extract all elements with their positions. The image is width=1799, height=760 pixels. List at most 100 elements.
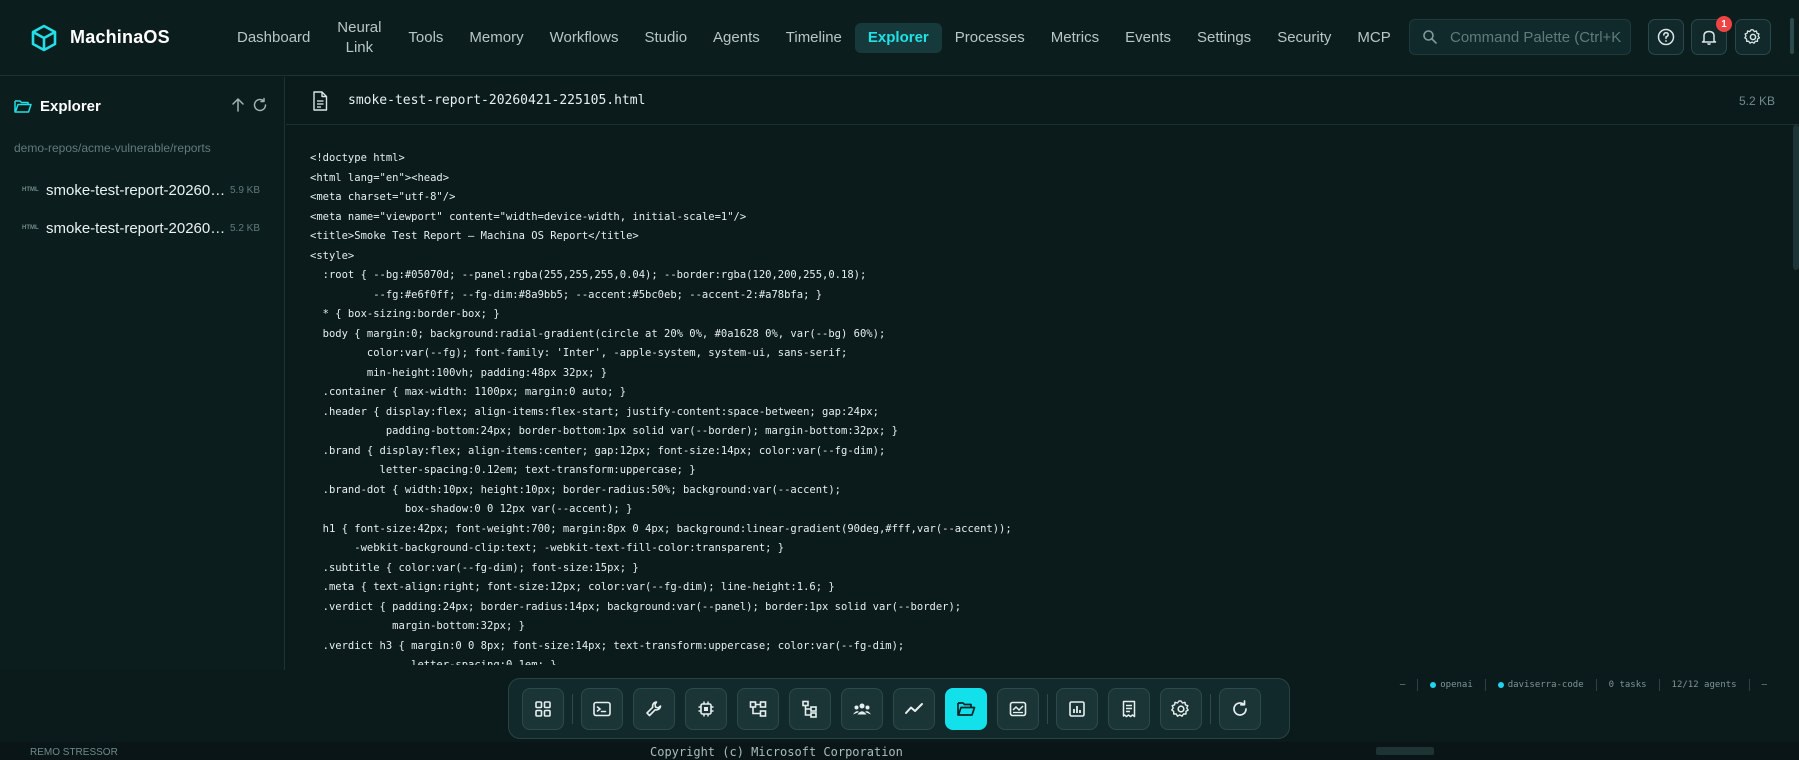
nav-security[interactable]: Security — [1264, 23, 1344, 53]
nav-timeline[interactable]: Timeline — [773, 23, 855, 53]
wrench-icon — [646, 700, 662, 716]
nav-processes[interactable]: Processes — [942, 23, 1038, 53]
refresh-icon[interactable] — [252, 97, 268, 113]
nav-settings[interactable]: Settings — [1184, 23, 1264, 53]
status-tasks: 0 tasks — [1608, 680, 1647, 690]
open-file-name: smoke-test-report-20260421-225105.html — [348, 93, 646, 108]
code-line: .subtitle { color:var(--fg-dim); font-si… — [310, 561, 639, 574]
dock-reports-button[interactable] — [1056, 687, 1098, 730]
html-file-icon: HTML — [22, 225, 39, 231]
code-line: --fg:#e6f0ff; --fg-dim:#8a9bb5; --accent… — [310, 288, 823, 301]
brand[interactable]: MachinaOS — [30, 24, 200, 52]
dock-agents-button[interactable] — [841, 687, 883, 730]
code-content[interactable]: <!doctype html> <html lang="en"><head> <me… — [286, 125, 1799, 665]
file-viewer: smoke-test-report-20260421-225105.html 5… — [286, 77, 1799, 670]
dock-refresh-button[interactable] — [1219, 687, 1261, 730]
notifications-button[interactable]: 1 — [1691, 16, 1732, 55]
code-line: .verdict h3 { margin:0 0 8px; font-size:… — [310, 639, 905, 652]
dock-metrics-button[interactable] — [893, 687, 935, 730]
process-icon — [1009, 701, 1027, 716]
chip-icon — [698, 701, 714, 716]
gear-icon — [1171, 699, 1189, 717]
code-line: h1 { font-size:42px; font-weight:700; ma… — [310, 522, 1012, 535]
help-icon — [1657, 28, 1675, 46]
code-line: <style> — [310, 249, 355, 262]
command-palette-placeholder: Command Palette (Ctrl+K — [1450, 28, 1622, 46]
brand-name: MachinaOS — [70, 27, 170, 47]
code-line: <meta charset="utf-8"/> — [310, 191, 456, 203]
dock-dashboard-button[interactable] — [522, 687, 564, 730]
nav-agents[interactable]: Agents — [700, 23, 773, 53]
workflow-icon — [749, 700, 767, 717]
user-status-dot — [1497, 682, 1504, 688]
file-item[interactable]: HTML smoke-test-report-20260421-225105.h… — [0, 171, 284, 209]
status-agents: 12/12 agents — [1671, 680, 1737, 690]
file-name: smoke-test-report-20260421-225105.html — [46, 181, 226, 199]
top-navbar: MachinaOS Dashboard Neural Link Tools Me… — [0, 0, 1799, 76]
file-item[interactable]: HTML smoke-test-report-20260421-225105.h… — [0, 209, 284, 247]
code-line: .meta { text-align:right; font-size:12px… — [310, 581, 835, 593]
nav-mcp[interactable]: MCP — [1344, 23, 1403, 53]
nav-events[interactable]: Events — [1112, 23, 1184, 53]
sidebar-title: Explorer — [40, 97, 101, 115]
code-line: <html lang="en"><head> — [310, 171, 450, 184]
code-line: <title>Smoke Test Report — Machina OS Re… — [310, 230, 639, 242]
dock-receipt-button[interactable] — [1108, 687, 1150, 730]
receipt-icon — [1122, 700, 1136, 717]
bell-icon — [1701, 30, 1717, 45]
dock-terminal-button[interactable] — [581, 687, 623, 730]
nav-workflows[interactable]: Workflows — [537, 23, 632, 53]
nav-explorer[interactable]: Explorer — [854, 22, 942, 53]
status-user: daviserra-code — [1507, 680, 1584, 690]
settings-button[interactable] — [1735, 19, 1771, 55]
hierarchy-icon — [802, 700, 817, 718]
dock-processes-button[interactable] — [997, 687, 1039, 730]
file-viewer-header: smoke-test-report-20260421-225105.html 5… — [286, 77, 1799, 125]
sidebar-header: Explorer — [0, 77, 284, 135]
code-line: color:var(--fg); font-family: 'Inter', -… — [310, 347, 848, 359]
refresh-icon — [1233, 699, 1247, 716]
terminal-icon — [593, 701, 611, 716]
code-line: margin-bottom:32px; } — [310, 620, 525, 632]
status-left-dash: — — [1399, 680, 1406, 690]
breadcrumb-path: demo-repos/acme-vulnerable/reports — [14, 141, 211, 155]
dock-settings-button[interactable] — [1160, 687, 1202, 730]
dock-tools-button[interactable] — [633, 687, 675, 730]
dock-hierarchy-button[interactable] — [789, 687, 831, 730]
code-line: .verdict { padding:24px; border-radius:1… — [310, 600, 962, 613]
status-provider: openai — [1440, 680, 1473, 690]
code-line: padding-bottom:24px; border-bottom:1px s… — [310, 425, 898, 437]
nav-tools[interactable]: Tools — [395, 23, 456, 53]
bottom-right-block — [1376, 747, 1434, 755]
code-line: min-height:100vh; padding:48px 32px; } — [310, 366, 608, 379]
arrow-up-icon[interactable] — [230, 97, 246, 113]
dock-memory-button[interactable] — [685, 687, 727, 730]
nav-scrollbar[interactable] — [1790, 18, 1794, 54]
nav-dashboard[interactable]: Dashboard — [224, 23, 323, 53]
code-line: .container { max-width: 1100px; margin:0… — [310, 386, 627, 398]
notification-badge: 1 — [1716, 16, 1732, 32]
code-line: :root { --bg:#05070d; --panel:rgba(255,2… — [310, 269, 867, 281]
document-icon — [313, 90, 328, 111]
vertical-scrollbar[interactable] — [1793, 125, 1799, 270]
code-line: * { box-sizing:border-box; } — [310, 308, 500, 320]
code-line: .brand-dot { width:10px; height:10px; bo… — [310, 483, 842, 496]
nav-studio[interactable]: Studio — [632, 23, 701, 53]
code-line: <!doctype html> — [310, 152, 405, 164]
code-line: .header { display:flex; align-items:flex… — [310, 405, 879, 418]
file-size: 5.2 KB — [230, 222, 261, 234]
file-size: 5.9 KB — [230, 184, 261, 196]
code-line: letter-spacing:0.12em; text-transform:up… — [310, 464, 696, 476]
nav-memory[interactable]: Memory — [456, 23, 536, 53]
help-button[interactable] — [1648, 19, 1684, 55]
dock-explorer-button[interactable] — [945, 687, 987, 730]
grid-icon — [535, 700, 551, 717]
bottom-strip: REMO STRESSOR Copyright (c) Microsoft Co… — [0, 742, 1799, 760]
command-palette-input[interactable]: Command Palette (Ctrl+K — [1409, 19, 1631, 55]
nav-metrics[interactable]: Metrics — [1038, 23, 1112, 53]
nav-neural-link[interactable]: Neural Link — [323, 14, 395, 62]
cube-logo-icon — [31, 24, 57, 51]
file-name: smoke-test-report-20260421-225105.html — [46, 219, 226, 237]
dock-workflows-button[interactable] — [737, 687, 779, 730]
bottom-left-text: REMO STRESSOR — [30, 747, 118, 758]
